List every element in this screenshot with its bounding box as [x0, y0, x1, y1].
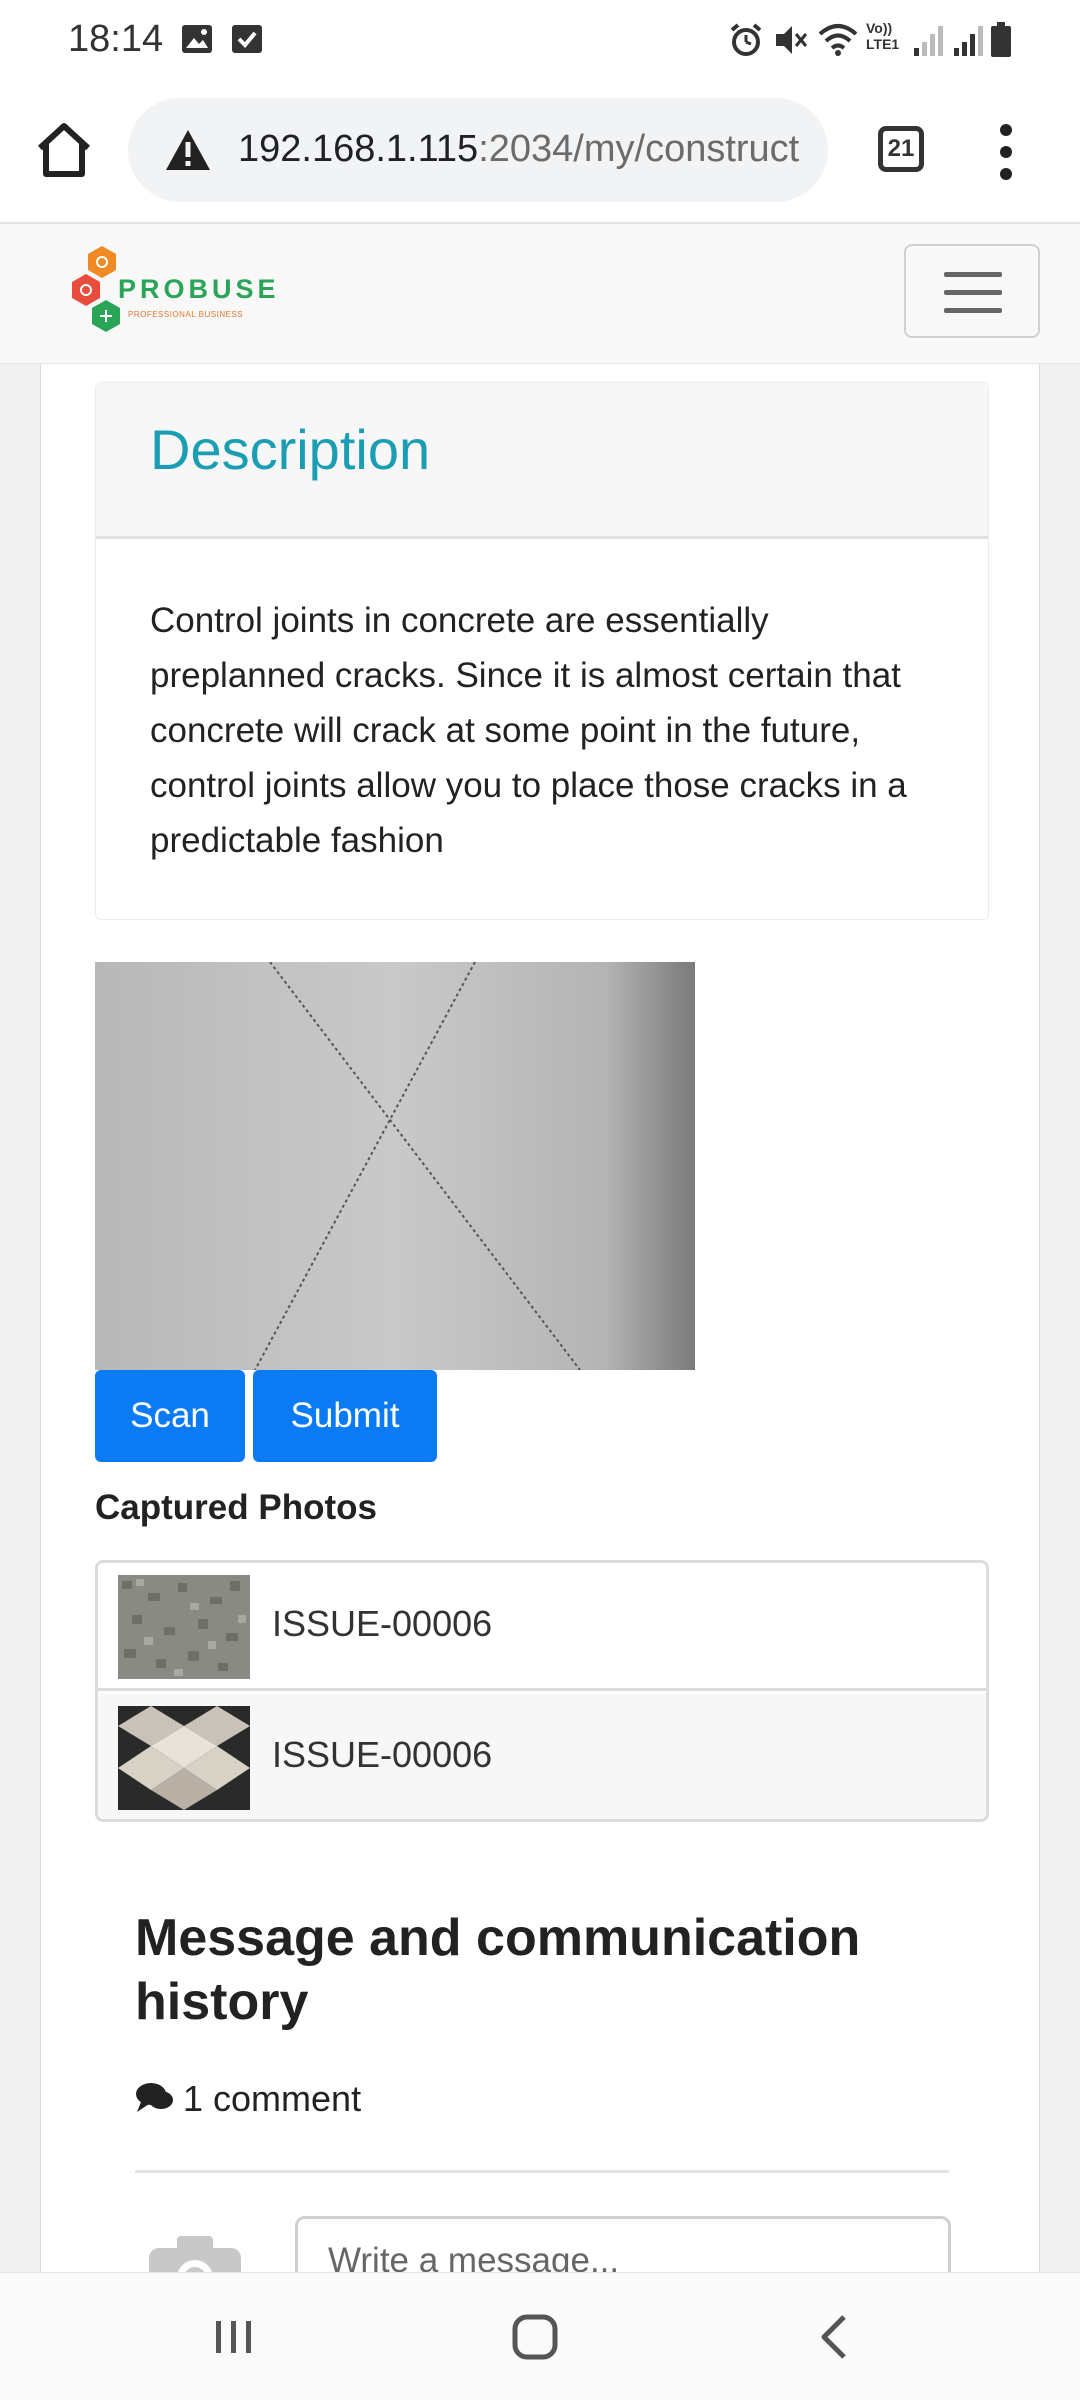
tab-switcher-button[interactable]: 21	[878, 126, 924, 172]
camera-preview-image	[95, 962, 695, 1370]
address-bar[interactable]: 192.168.1.115:2034/my/construct	[128, 98, 828, 202]
logo-wordmark: PROBUSE	[118, 274, 280, 304]
captured-photos-heading: Captured Photos	[95, 1488, 377, 1527]
description-text: Control joints in concrete are essential…	[150, 601, 907, 860]
alarm-icon	[730, 23, 762, 56]
status-time: 18:14	[68, 18, 164, 60]
volte-icon: Vo)) LTE1	[866, 20, 900, 52]
battery-icon	[991, 22, 1011, 57]
url-text[interactable]: 192.168.1.115:2034/my/construct	[238, 128, 808, 178]
status-bar: 18:14 Vo)) LTE1	[0, 0, 1080, 78]
signal-icon	[914, 26, 943, 56]
mute-icon	[776, 26, 808, 54]
main-content: Description Control joints in concrete a…	[40, 364, 1040, 2272]
photo-thumbnail	[118, 1575, 250, 1679]
home-icon[interactable]	[505, 2307, 565, 2367]
browser-toolbar: 192.168.1.115:2034/my/construct 21	[0, 78, 1080, 224]
warning-icon[interactable]	[164, 128, 212, 172]
camera-avatar-icon[interactable]	[145, 2230, 245, 2272]
photo-thumbnail	[118, 1706, 250, 1810]
home-icon[interactable]	[32, 118, 96, 182]
image-icon	[182, 25, 212, 53]
probuse-logo[interactable]: PROBUSE PROFESSIONAL BUSINESS	[72, 244, 276, 344]
description-card-header: Description	[96, 383, 988, 539]
scan-button[interactable]: Scan	[95, 1370, 245, 1462]
page-background: Description Control joints in concrete a…	[0, 364, 1080, 2272]
comment-count[interactable]: 1 comment	[135, 2078, 361, 2120]
back-icon[interactable]	[806, 2307, 866, 2367]
description-title: Description	[150, 418, 431, 481]
site-navbar: PROBUSE PROFESSIONAL BUSINESS	[0, 224, 1080, 364]
captured-photos-list: ISSUE-00006 ISSUE-00006	[95, 1560, 989, 1822]
divider	[135, 2170, 949, 2173]
comment-count-label: 1 comment	[183, 2078, 362, 2119]
more-vert-icon[interactable]	[992, 122, 1020, 182]
checkbox-icon	[232, 25, 262, 53]
message-history-heading: Message and communication history	[135, 1909, 861, 2031]
url-host: 192.168.1.115	[238, 128, 479, 170]
logo-tagline: PROFESSIONAL BUSINESS	[128, 310, 244, 319]
list-item[interactable]: ISSUE-00006	[98, 1563, 986, 1691]
recents-icon[interactable]	[204, 2307, 264, 2367]
list-item[interactable]: ISSUE-00006	[98, 1694, 986, 1819]
hamburger-icon[interactable]	[904, 244, 1040, 338]
photo-issue-label: ISSUE-00006	[272, 1734, 493, 1775]
message-input[interactable]: Write a message...	[295, 2216, 951, 2272]
signal-icon	[954, 26, 983, 56]
url-path: :2034/my/construct	[478, 128, 800, 170]
system-nav-bar	[0, 2272, 1080, 2400]
photo-issue-label: ISSUE-00006	[272, 1603, 493, 1644]
description-card: Description Control joints in concrete a…	[95, 382, 989, 920]
wifi-icon	[818, 24, 858, 56]
submit-button[interactable]: Submit	[253, 1370, 437, 1462]
comments-icon	[136, 2083, 173, 2112]
